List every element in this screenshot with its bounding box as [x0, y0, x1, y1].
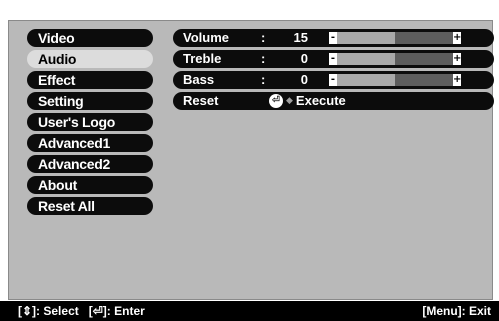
- volume-row[interactable]: Volume : 15 - +: [173, 29, 494, 47]
- menu-item-effect[interactable]: Effect: [27, 71, 153, 89]
- menu-item-users-logo[interactable]: User's Logo: [27, 113, 153, 131]
- footer-bar: [⇕]: Select [⏎]: Enter [Menu]: Exit: [0, 301, 499, 321]
- footer-hints: [⇕]: Select [⏎]: Enter: [18, 301, 145, 321]
- treble-colon: :: [261, 51, 266, 66]
- volume-label: Volume: [183, 30, 229, 45]
- treble-value: 0: [300, 51, 308, 66]
- right-arrow-icon: ◆: [286, 96, 293, 106]
- bass-value: 0: [300, 72, 308, 87]
- volume-slider[interactable]: - +: [329, 32, 461, 44]
- footer-select-hint: [⇕]: Select: [18, 304, 79, 318]
- treble-slider[interactable]: - +: [329, 53, 461, 65]
- bass-colon: :: [261, 72, 266, 87]
- menu-item-reset-all[interactable]: Reset All: [27, 197, 153, 215]
- reset-execute[interactable]: ⏎ ◆ Execute: [269, 92, 346, 110]
- bass-label: Bass: [183, 72, 215, 87]
- bass-slider[interactable]: - +: [329, 74, 461, 86]
- treble-increase-button[interactable]: +: [453, 53, 461, 65]
- bass-decrease-button[interactable]: -: [329, 74, 337, 86]
- reset-row[interactable]: Reset ⏎ ◆ Execute: [173, 92, 494, 110]
- treble-row[interactable]: Treble : 0 - +: [173, 50, 494, 68]
- menu-item-audio[interactable]: Audio: [27, 50, 153, 68]
- reset-label: Reset: [183, 93, 219, 108]
- menu-item-video[interactable]: Video: [27, 29, 153, 47]
- treble-slider-fill: [329, 53, 395, 65]
- footer-enter-hint: [⏎]: Enter: [88, 304, 145, 318]
- main-menu: Video Audio Effect Setting User's Logo A…: [27, 29, 153, 218]
- menu-item-about[interactable]: About: [27, 176, 153, 194]
- volume-slider-fill: [329, 32, 395, 44]
- menu-item-advanced1[interactable]: Advanced1: [27, 134, 153, 152]
- volume-increase-button[interactable]: +: [453, 32, 461, 44]
- bass-increase-button[interactable]: +: [453, 74, 461, 86]
- volume-colon: :: [261, 30, 266, 45]
- bass-row[interactable]: Bass : 0 - +: [173, 71, 494, 89]
- treble-decrease-button[interactable]: -: [329, 53, 337, 65]
- enter-button-icon: ⏎: [269, 94, 283, 108]
- menu-item-setting[interactable]: Setting: [27, 92, 153, 110]
- audio-settings: Volume : 15 - + Treble : 0 - + Bass : 0 …: [173, 29, 494, 113]
- volume-value: 15: [293, 30, 308, 45]
- volume-decrease-button[interactable]: -: [329, 32, 337, 44]
- menu-item-advanced2[interactable]: Advanced2: [27, 155, 153, 173]
- bass-slider-fill: [329, 74, 395, 86]
- treble-label: Treble: [183, 51, 222, 66]
- execute-label: Execute: [295, 93, 346, 108]
- footer-exit-hint: [Menu]: Exit: [422, 304, 491, 318]
